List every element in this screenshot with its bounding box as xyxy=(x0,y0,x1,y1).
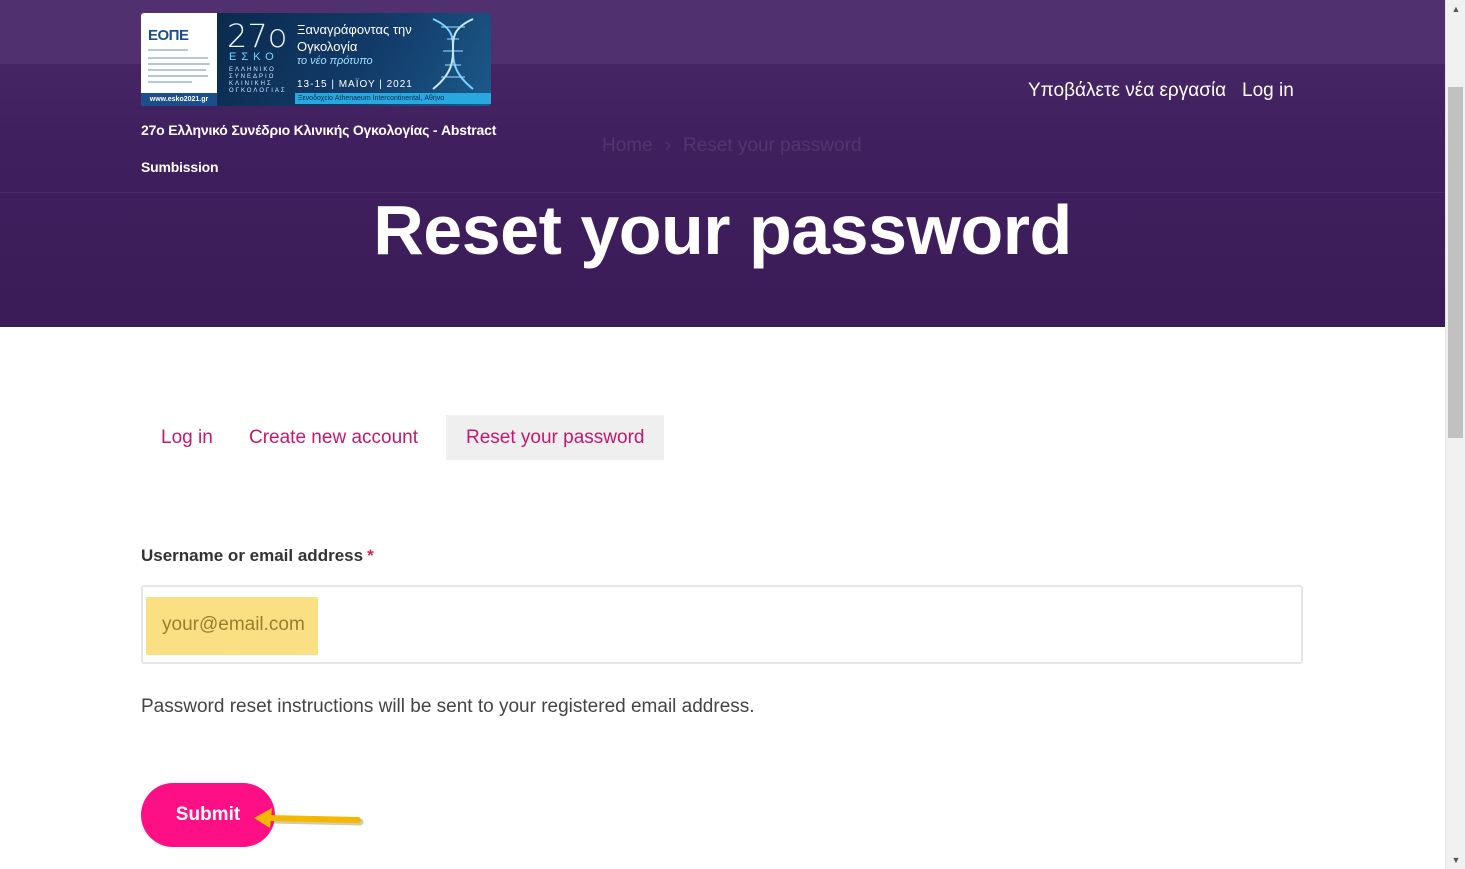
username-email-label: Username or email address * xyxy=(141,546,374,566)
nav-login-link[interactable]: Log in xyxy=(1242,80,1294,102)
logo-line xyxy=(148,63,210,65)
logo-line xyxy=(148,69,206,71)
page-title: Reset your password xyxy=(373,191,1072,269)
logo-subtitle: ΕΛΛΗΝΙΚΟ ΣΥΝΕΔΡΙΟ ΚΛΙΝΙΚΗΣ ΟΓΚΟΛΟΓΙΑΣ xyxy=(229,67,287,94)
logo-acronym: ΕΣΚΟ xyxy=(229,51,279,63)
account-tabs: Log in Create new account Reset your pas… xyxy=(141,415,665,460)
tab-reset-password[interactable]: Reset your password xyxy=(446,415,665,460)
help-text: Password reset instructions will be sent… xyxy=(141,696,755,717)
required-mark: * xyxy=(367,546,374,565)
username-email-field xyxy=(141,585,1303,664)
logo-dates: 13-15 | ΜΑΪΟΥ | 2021 xyxy=(297,79,413,90)
logo-line xyxy=(148,81,192,83)
site-name[interactable]: 27ο Ελληνικό Συνέδριο Κλινικής Ογκολογία… xyxy=(141,112,501,186)
tab-create-account[interactable]: Create new account xyxy=(229,415,446,460)
logo-event-panel: 27ο ΕΣΚΟ ΕΛΛΗΝΙΚΟ ΣΥΝΕΔΡΙΟ ΚΛΙΝΙΚΗΣ ΟΓΚΟ… xyxy=(217,13,491,106)
scroll-down-icon[interactable]: ▼ xyxy=(1446,853,1465,867)
logo-url: www.esko2021.gr xyxy=(141,93,217,106)
field-label-text: Username or email address xyxy=(141,546,364,565)
arrow-icon xyxy=(254,808,364,828)
logo-line xyxy=(148,49,188,51)
site-logo[interactable]: ΕΟΠΕ www.esko2021.gr 27ο ΕΣΚΟ ΕΛΛΗΝΙΚΟ Σ… xyxy=(141,13,491,106)
username-email-input[interactable] xyxy=(143,587,1301,662)
scroll-up-icon[interactable]: ▲ xyxy=(1446,2,1465,16)
breadcrumb: Home › Reset your password xyxy=(602,135,861,157)
logo-venue: Ξενοδοχείο Athenaeum Intercontinental, Α… xyxy=(295,93,491,104)
breadcrumb-current: Reset your password xyxy=(683,135,862,156)
scroll-thumb[interactable] xyxy=(1448,87,1463,438)
logo-tagline-2: το νέο πρότυπο xyxy=(297,55,373,67)
tab-log-in[interactable]: Log in xyxy=(141,415,229,460)
logo-org-panel: ΕΟΠΕ www.esko2021.gr xyxy=(141,13,217,106)
logo-line xyxy=(148,57,208,59)
breadcrumb-separator: › xyxy=(664,135,672,156)
vertical-scrollbar[interactable]: ▲ ▼ xyxy=(1445,0,1465,869)
logo-line xyxy=(148,75,208,77)
breadcrumb-home[interactable]: Home xyxy=(602,135,653,157)
nav-submit-abstract-link[interactable]: Υποβάλετε νέα εργασία xyxy=(1028,80,1226,102)
logo-org: ΕΟΠΕ xyxy=(148,27,189,44)
logo-number: 27ο xyxy=(227,17,288,55)
logo-tagline: Ξαναγράφοντας την Ογκολογία xyxy=(297,22,412,54)
dna-icon xyxy=(432,18,474,90)
